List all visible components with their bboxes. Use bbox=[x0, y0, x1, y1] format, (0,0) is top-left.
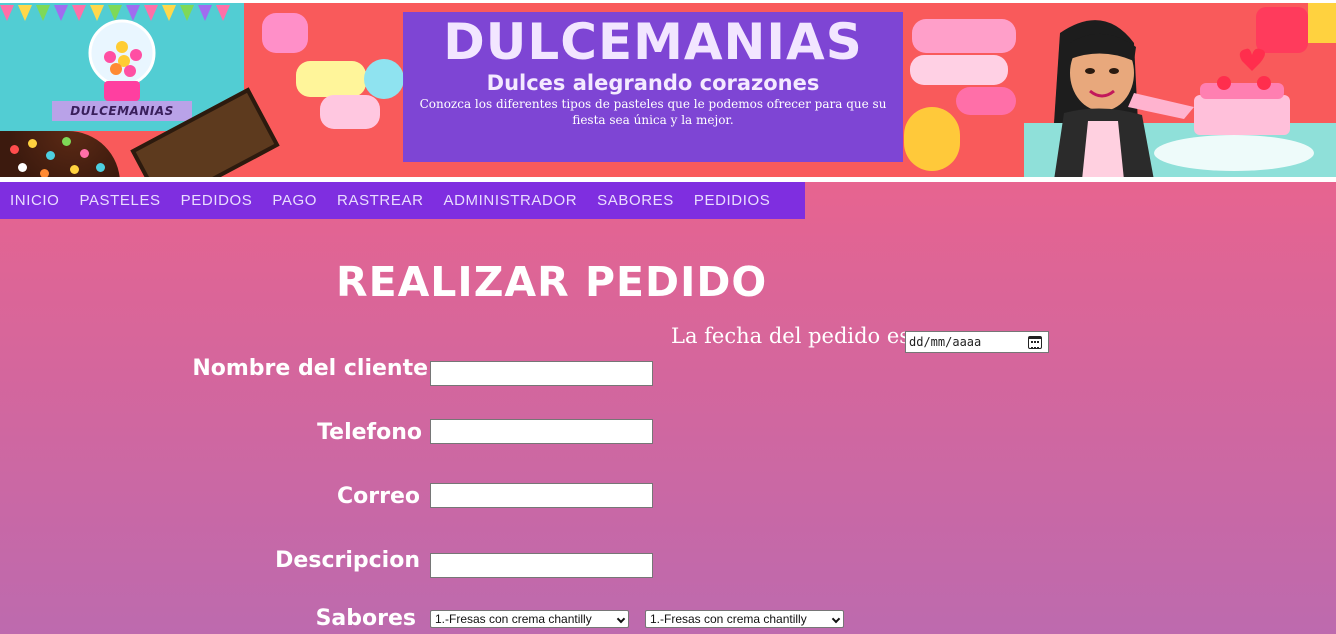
header-banner: DULCEMANIAS DULCEMANIAS Dulces alegrando… bbox=[0, 0, 1336, 180]
candy-decoration bbox=[912, 19, 1016, 53]
candy-decoration bbox=[956, 87, 1016, 115]
flavor-select-1[interactable]: 1.-Fresas con crema chantilly bbox=[430, 610, 629, 628]
flavor-select-2-value: 1.-Fresas con crema chantilly bbox=[650, 612, 807, 626]
candy-decoration bbox=[910, 55, 1008, 85]
candy-decoration bbox=[364, 59, 404, 99]
flavor-select-2[interactable]: 1.-Fresas con crema chantilly bbox=[645, 610, 844, 628]
order-date-placeholder: dd/mm/aaaa bbox=[909, 335, 982, 349]
phone-label: Telefono bbox=[317, 420, 422, 445]
nav-item-pasteles[interactable]: PASTELES bbox=[69, 182, 170, 219]
candy-decoration bbox=[262, 13, 308, 53]
client-name-input[interactable] bbox=[430, 361, 653, 386]
candy-decoration bbox=[904, 107, 960, 171]
nav-item-pedidos[interactable]: PEDIDOS bbox=[171, 182, 263, 219]
order-date-input[interactable]: dd/mm/aaaa bbox=[905, 331, 1049, 353]
site-subtitle: Dulces alegrando corazones bbox=[486, 71, 820, 95]
nav-item-inicio[interactable]: INICIO bbox=[0, 182, 69, 219]
candy-decoration bbox=[296, 61, 366, 97]
phone-input[interactable] bbox=[430, 419, 653, 444]
calendar-icon[interactable] bbox=[1028, 336, 1042, 349]
page-title: REALIZAR PEDIDO bbox=[336, 258, 768, 306]
main-nav: INICIO PASTELES PEDIDOS PAGO RASTREAR AD… bbox=[0, 182, 805, 219]
description-label: Descripcion bbox=[275, 548, 420, 573]
site-title: DULCEMANIAS bbox=[443, 13, 863, 71]
email-label: Correo bbox=[337, 484, 420, 509]
site-description: Conozca los diferentes tipos de pasteles… bbox=[419, 97, 887, 127]
candy-decoration bbox=[320, 95, 380, 129]
nav-item-pago[interactable]: PAGO bbox=[262, 182, 327, 219]
flavors-label: Sabores bbox=[315, 606, 416, 631]
email-input[interactable] bbox=[430, 483, 653, 508]
nav-item-pedidios[interactable]: PEDIDIOS bbox=[684, 182, 780, 219]
order-date-label: La fecha del pedido es: bbox=[671, 324, 918, 348]
flavor-select-1-value: 1.-Fresas con crema chantilly bbox=[435, 612, 592, 626]
baker-avatar-image bbox=[1024, 3, 1336, 180]
nav-item-rastrear[interactable]: RASTREAR bbox=[327, 182, 433, 219]
description-input[interactable] bbox=[430, 553, 653, 578]
chevron-down-icon bbox=[831, 614, 841, 624]
logo-label: DULCEMANIAS bbox=[52, 101, 192, 121]
chocolate-decoration bbox=[0, 131, 120, 180]
client-name-label: Nombre del cliente bbox=[192, 356, 428, 381]
chevron-down-icon bbox=[616, 614, 626, 624]
nav-item-administrador[interactable]: ADMINISTRADOR bbox=[434, 182, 588, 219]
nav-item-sabores[interactable]: SABORES bbox=[587, 182, 684, 219]
gumball-machine-icon bbox=[88, 19, 156, 101]
title-card: DULCEMANIAS Dulces alegrando corazones C… bbox=[403, 12, 903, 162]
